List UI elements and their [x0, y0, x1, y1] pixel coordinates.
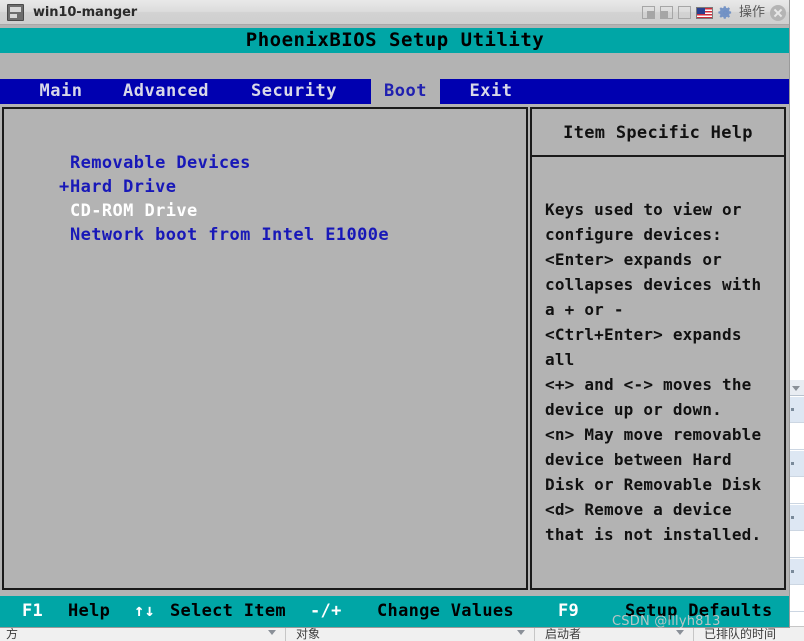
item-specific-help-panel: Item Specific Help Keys used to view or …: [530, 107, 786, 590]
help-line: device between Hard: [545, 450, 732, 469]
help-line: Disk or Removable Disk: [545, 475, 762, 494]
help-line: configure devices:: [545, 225, 722, 244]
boot-item-hard-drive[interactable]: +Hard Drive: [59, 175, 519, 199]
bios-screen: PhoenixBIOS Setup Utility Main Advanced …: [0, 25, 789, 627]
help-line: collapses devices with: [545, 275, 762, 294]
legend-key-f1: F1: [22, 601, 44, 621]
background-table-row: [788, 505, 804, 531]
background-table-row: [788, 451, 804, 477]
legend-desc-help: Help: [68, 601, 111, 621]
help-line: all: [545, 350, 575, 369]
background-column-caret-2-icon[interactable]: [676, 630, 684, 635]
help-line: Keys used to view or: [545, 200, 742, 219]
background-column-0[interactable]: 方: [2, 627, 18, 641]
background-column-1[interactable]: 对象: [292, 627, 320, 641]
background-table-row: [788, 559, 804, 585]
background-table-row: [788, 532, 804, 558]
operation-menu-label[interactable]: 操作: [739, 5, 765, 20]
legend-key-f10: F10: [552, 624, 584, 627]
screen-root: 方 对象 启动者 已排队的时间 win10-manger 操作 PhoenixB…: [0, 0, 804, 641]
tab-boot[interactable]: Boot: [371, 79, 440, 104]
background-column-3[interactable]: 已排队的时间: [700, 627, 776, 641]
legend-key-enter: Enter: [300, 624, 353, 627]
monitor-icon: [7, 4, 24, 21]
restore-window-button[interactable]: [641, 6, 655, 19]
tab-security[interactable]: Security: [240, 79, 348, 104]
bios-title: PhoenixBIOS Setup Utility: [0, 28, 789, 53]
background-table-row: [788, 424, 804, 450]
boot-item-network-boot[interactable]: Network boot from Intel E1000e: [59, 223, 519, 247]
background-column-caret-0-icon[interactable]: [268, 630, 276, 635]
window-controls: 操作: [641, 0, 786, 25]
help-line: <+> and <-> moves the: [545, 375, 752, 394]
minimize-window-button[interactable]: [659, 6, 673, 19]
help-line: device up or down.: [545, 400, 722, 419]
background-table-row: [788, 586, 804, 612]
gear-icon[interactable]: [718, 5, 733, 20]
legend-desc-select-item: Select Item: [170, 601, 286, 621]
legend-desc-exit: Exit: [68, 624, 110, 627]
maximize-window-button[interactable]: [677, 6, 691, 19]
boot-item-label: CD-ROM Drive: [70, 201, 198, 221]
bios-body: Removable Devices +Hard Drive CD-ROM Dri…: [0, 104, 789, 593]
help-line: <Enter> expands or: [545, 250, 722, 269]
bios-menubar: Main Advanced Security Boot Exit: [0, 79, 789, 104]
legend-key-minus-plus: -/+: [310, 601, 342, 621]
boot-item-prefix: +: [59, 177, 70, 197]
boot-item-removable-devices[interactable]: Removable Devices: [59, 151, 519, 175]
us-flag-icon[interactable]: [695, 6, 713, 19]
help-panel-body: Keys used to view or configure devices: …: [545, 197, 777, 547]
boot-item-label: Network boot from Intel E1000e: [70, 225, 390, 245]
tab-advanced[interactable]: Advanced: [112, 79, 220, 104]
watermark: CSDN @lllyh813: [612, 614, 721, 629]
background-column-2[interactable]: 启动者: [541, 627, 581, 641]
legend-key-leftright-icon: ↔: [135, 624, 146, 627]
tab-main[interactable]: Main: [20, 79, 102, 104]
help-panel-title: Item Specific Help: [532, 109, 784, 157]
background-column-caret-1-icon[interactable]: [517, 630, 525, 635]
boot-item-label: Removable Devices: [70, 153, 251, 173]
background-column-separator: [285, 628, 286, 641]
legend-key-f9: F9: [558, 601, 580, 621]
tab-exit[interactable]: Exit: [450, 79, 532, 104]
boot-item-cd-rom-drive[interactable]: CD-ROM Drive: [59, 199, 519, 223]
window-titlebar: win10-manger 操作: [0, 0, 789, 25]
legend-desc-change-values: Change Values: [377, 601, 514, 621]
legend-key-esc: Esc: [14, 624, 46, 627]
boot-item-label: Hard Drive: [70, 177, 177, 197]
help-line: <d> Remove a device: [545, 500, 732, 519]
window-title: win10-manger: [33, 5, 138, 20]
background-column-separator: [534, 628, 535, 641]
help-line: a + or -: [545, 300, 624, 319]
boot-order-panel: Removable Devices +Hard Drive CD-ROM Dri…: [2, 107, 528, 590]
legend-desc-select-menu: Select Menu: [170, 624, 286, 627]
background-column-separator: [693, 628, 694, 641]
sort-caret-icon: [792, 386, 800, 391]
help-line: that is not installed.: [545, 525, 762, 544]
boot-order-list: Removable Devices +Hard Drive CD-ROM Dri…: [59, 151, 519, 247]
background-table-row: [788, 397, 804, 423]
legend-desc-sub-menu: Select ▶ Sub-Menu: [377, 624, 556, 627]
help-line: <n> May move removable: [545, 425, 762, 444]
help-line: <Ctrl+Enter> expands: [545, 325, 742, 344]
legend-key-updown-icon: ↑↓: [134, 601, 156, 621]
background-table-row: [788, 478, 804, 504]
vm-window: win10-manger 操作 PhoenixBIOS Setup Utilit…: [0, 0, 790, 628]
close-window-button[interactable]: [770, 4, 786, 21]
